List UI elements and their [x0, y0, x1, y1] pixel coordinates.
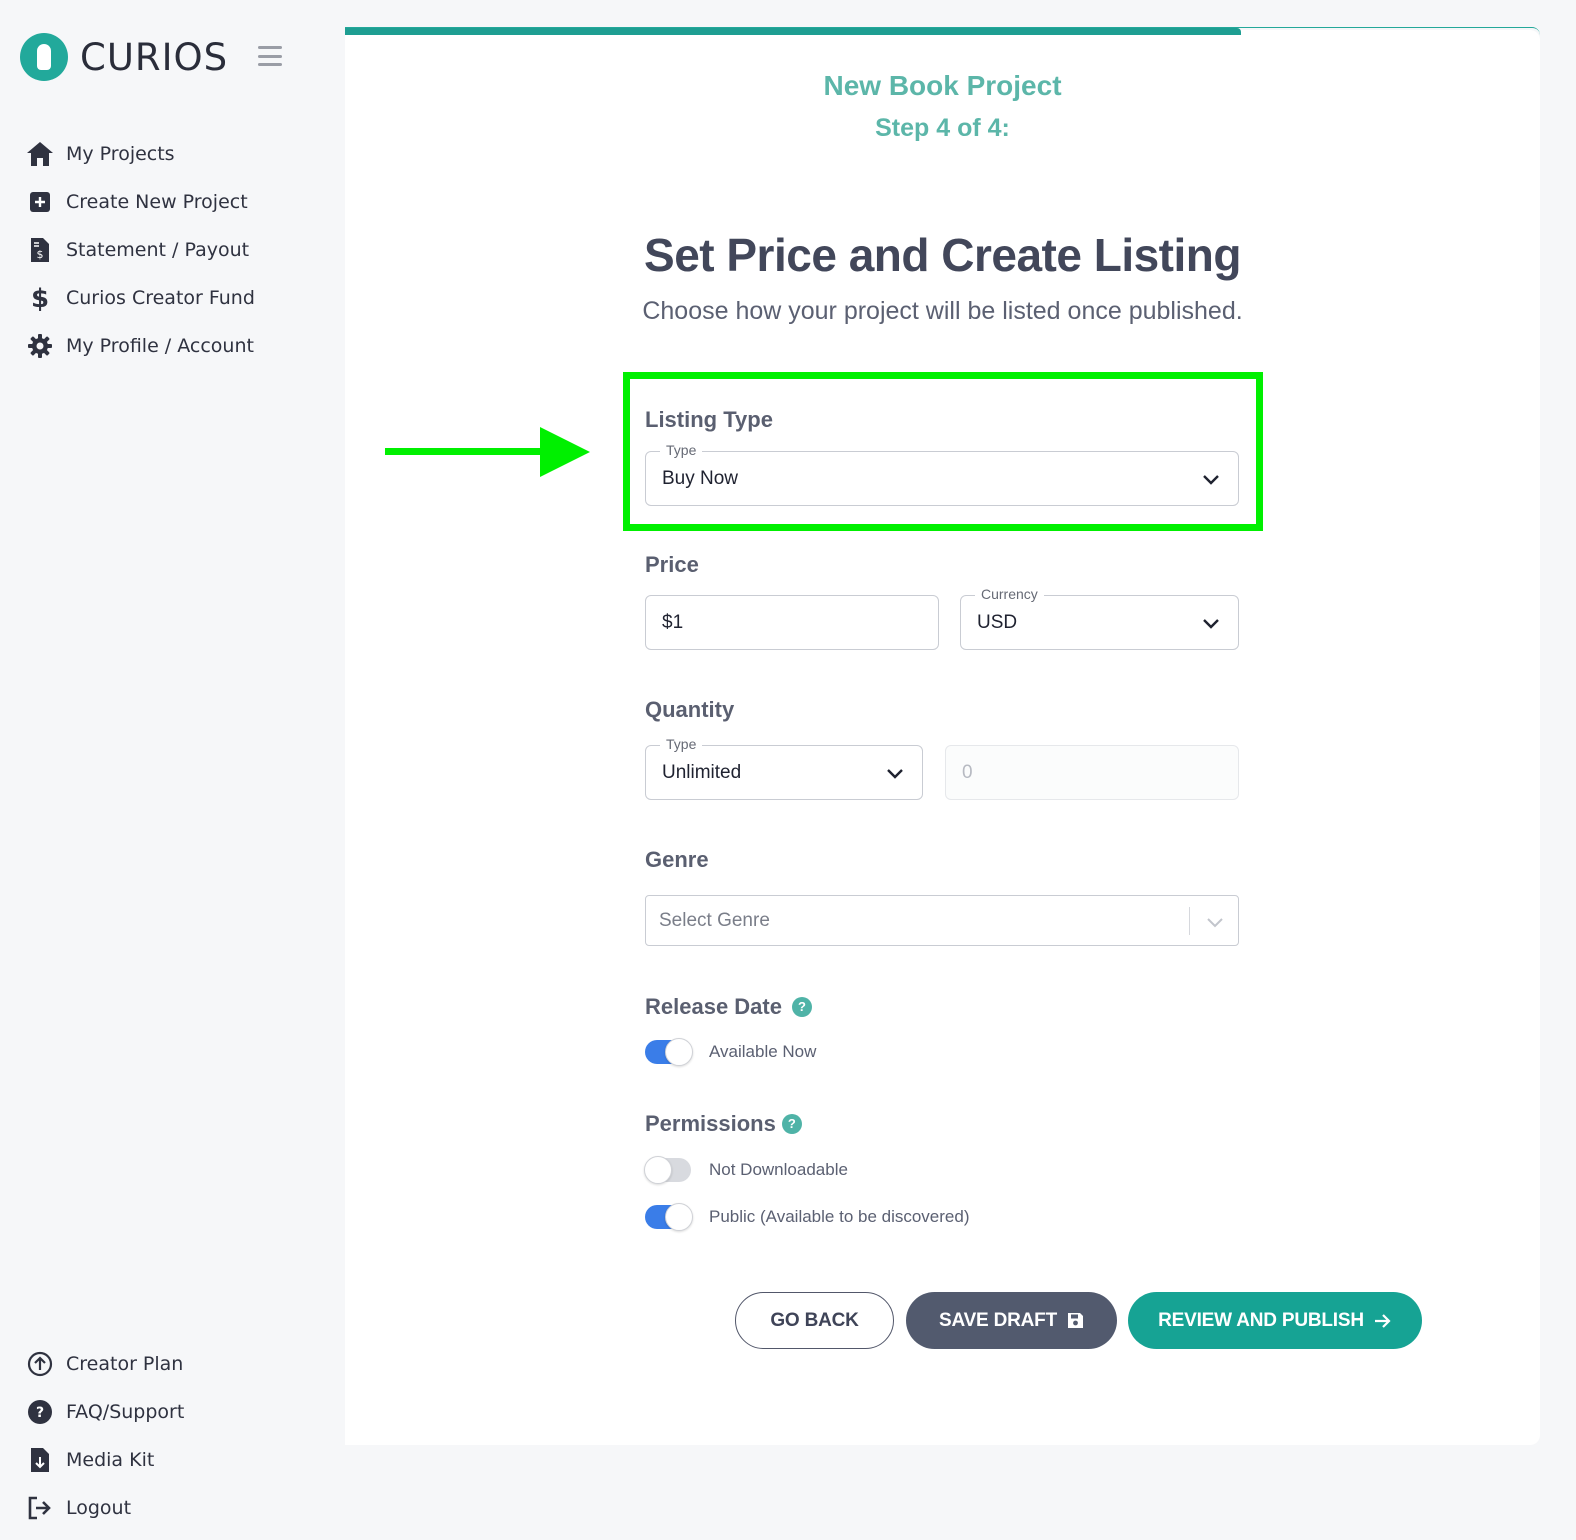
dollar-icon: $	[26, 284, 54, 312]
public-toggle[interactable]: Public (Available to be discovered)	[645, 1203, 970, 1231]
invoice-icon: $	[26, 236, 54, 264]
help-icon[interactable]: ?	[781, 1113, 802, 1134]
sidebar-item-label: My Profile / Account	[66, 335, 254, 357]
page-subtitle: Choose how your project will be listed o…	[642, 297, 1243, 325]
genre-divider	[1189, 907, 1190, 935]
home-icon	[26, 140, 54, 168]
sidebar-item-label: Statement / Payout	[66, 239, 250, 261]
release-date-label: Release Date	[645, 994, 782, 1019]
sidebar-item-label: Media Kit	[66, 1449, 155, 1471]
sidebar-item-label: FAQ/Support	[66, 1401, 185, 1423]
release-date-heading: Release Date?	[645, 994, 812, 1020]
sidebar-item-creator-fund[interactable]: $ Curios Creator Fund	[26, 274, 326, 322]
currency-value: USD	[977, 611, 1018, 633]
permissions-label: Permissions	[645, 1111, 776, 1136]
quantity-heading: Quantity	[645, 697, 735, 722]
available-now-label: Available Now	[709, 1042, 817, 1061]
chevron-down-icon	[1202, 470, 1220, 492]
sidebar-item-label: My Projects	[66, 143, 175, 165]
toggle-switch[interactable]	[644, 1156, 691, 1184]
plus-square-icon	[26, 188, 54, 216]
quantity-type-value: Unlimited	[662, 761, 742, 783]
sidebar-item-creator-plan[interactable]: Creator Plan	[26, 1340, 326, 1388]
chevron-down-icon	[1206, 912, 1224, 934]
annotation-arrow-icon	[385, 427, 590, 477]
brand-logo[interactable]: CURIOS	[20, 33, 228, 81]
price-value: $1	[662, 611, 684, 633]
listing-type-value: Buy Now	[662, 467, 739, 489]
question-circle-icon: ?	[26, 1398, 54, 1426]
help-icon[interactable]: ?	[791, 996, 812, 1017]
toggle-switch[interactable]	[645, 1038, 693, 1066]
listing-type-legend: Type	[660, 442, 703, 458]
go-back-button[interactable]: GO BACK	[735, 1292, 894, 1349]
svg-text:$: $	[37, 248, 44, 261]
sidebar-nav: My Projects Create New Project $ Stateme…	[26, 130, 326, 370]
save-draft-button[interactable]: SAVE DRAFT	[906, 1292, 1117, 1349]
brand-name: CURIOS	[80, 35, 229, 79]
project-title: New Book Project	[823, 70, 1062, 101]
currency-select[interactable]: Currency USD	[960, 586, 1239, 650]
review-and-publish-button[interactable]: REVIEW AND PUBLISH	[1128, 1292, 1422, 1349]
gear-icon	[26, 332, 54, 360]
downloadable-toggle[interactable]: Not Downloadable	[644, 1156, 848, 1184]
step-indicator: Step 4 of 4:	[875, 114, 1010, 142]
sidebar-item-my-projects[interactable]: My Projects	[26, 130, 326, 178]
file-download-icon	[26, 1446, 54, 1474]
sidebar-item-create-new-project[interactable]: Create New Project	[26, 178, 326, 226]
page-title: Set Price and Create Listing	[644, 229, 1241, 281]
save-icon	[1067, 1313, 1083, 1328]
sidebar-item-label: Creator Plan	[66, 1353, 184, 1375]
permissions-heading: Permissions?	[645, 1111, 802, 1137]
listing-type-heading: Listing Type	[645, 407, 773, 432]
quantity-amount-placeholder: 0	[962, 761, 973, 783]
public-label: Public (Available to be discovered)	[709, 1207, 970, 1226]
sidebar-nav-bottom: Creator Plan ? FAQ/Support Media Kit Log…	[26, 1340, 326, 1532]
sidebar-item-profile-account[interactable]: My Profile / Account	[26, 322, 326, 370]
price-input[interactable]: $1	[645, 595, 939, 650]
listing-type-select[interactable]: Type Buy Now	[645, 442, 1239, 506]
svg-text:$: $	[31, 284, 49, 312]
sidebar-item-statement-payout[interactable]: $ Statement / Payout	[26, 226, 326, 274]
downloadable-label: Not Downloadable	[709, 1160, 848, 1179]
price-heading: Price	[645, 552, 699, 577]
arrow-right-icon	[1374, 1313, 1391, 1328]
chevron-down-icon	[886, 764, 904, 786]
sidebar-item-label: Curios Creator Fund	[66, 287, 255, 309]
save-draft-label: SAVE DRAFT	[939, 1309, 1057, 1331]
sidebar-item-label: Logout	[66, 1497, 132, 1519]
upgrade-circle-icon	[26, 1350, 54, 1378]
genre-select[interactable]: Select Genre	[645, 895, 1239, 946]
svg-text:?: ?	[36, 1405, 44, 1421]
currency-legend: Currency	[975, 586, 1044, 602]
toggle-switch[interactable]	[645, 1203, 693, 1231]
logout-icon	[26, 1494, 54, 1522]
review-and-publish-label: REVIEW AND PUBLISH	[1158, 1309, 1364, 1331]
curios-logo-icon	[20, 33, 68, 81]
genre-placeholder: Select Genre	[659, 909, 770, 931]
menu-toggle-icon[interactable]	[258, 46, 282, 66]
sidebar-item-logout[interactable]: Logout	[26, 1484, 326, 1532]
chevron-down-icon	[1202, 614, 1220, 636]
genre-heading: Genre	[645, 847, 709, 872]
go-back-label: GO BACK	[770, 1309, 859, 1331]
available-now-toggle[interactable]: Available Now	[645, 1038, 817, 1066]
progress-bar	[345, 28, 1241, 35]
quantity-type-select[interactable]: Type Unlimited	[645, 736, 923, 800]
quantity-type-legend: Type	[660, 736, 703, 752]
sidebar: CURIOS My Projects Create New Project $ …	[0, 0, 330, 1540]
quantity-amount-input: 0	[945, 745, 1239, 800]
sidebar-item-label: Create New Project	[66, 191, 248, 213]
sidebar-item-faq-support[interactable]: ? FAQ/Support	[26, 1388, 326, 1436]
sidebar-item-media-kit[interactable]: Media Kit	[26, 1436, 326, 1484]
